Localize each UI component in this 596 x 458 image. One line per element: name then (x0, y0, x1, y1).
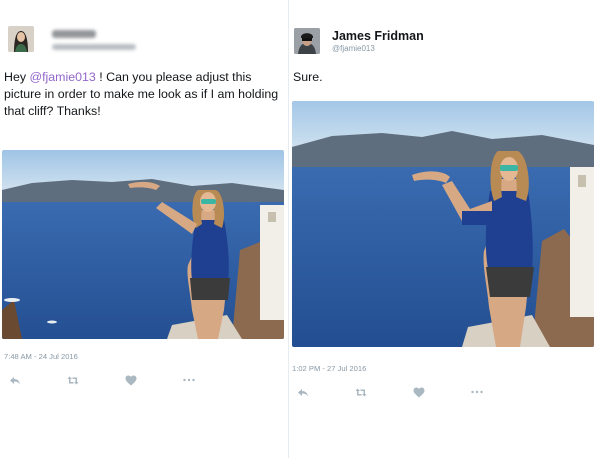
tweet-text: Sure. (293, 70, 323, 84)
reply-button[interactable] (4, 374, 26, 386)
more-button[interactable] (178, 374, 200, 386)
tweet-text: Hey @fjamie013 ! Can you please adjust t… (4, 70, 279, 118)
heart-icon (413, 387, 425, 397)
retweet-button[interactable] (62, 374, 84, 386)
redacted-name (52, 30, 96, 38)
original-tweet: Hey @fjamie013 ! Can you please adjust t… (0, 0, 290, 458)
more-icon (471, 390, 483, 394)
tweet-timestamp[interactable]: 1:02 PM - 27 Jul 2016 (292, 364, 366, 373)
more-button[interactable] (466, 386, 488, 398)
retweet-button[interactable] (350, 386, 372, 398)
reply-icon (298, 388, 308, 396)
tweet-timestamp[interactable]: 7:48 AM - 24 Jul 2016 (4, 352, 78, 361)
tweet-photo[interactable] (292, 101, 594, 347)
mention-link[interactable]: @fjamie013 (29, 70, 95, 84)
panel-divider (288, 0, 289, 458)
display-name[interactable]: James Fridman (332, 29, 424, 43)
user-handle[interactable]: @fjamie013 (332, 44, 375, 53)
tweet-actions (292, 386, 524, 398)
more-icon (183, 378, 195, 382)
retweet-icon (67, 376, 79, 384)
reply-icon (10, 376, 20, 384)
avatar[interactable] (8, 26, 34, 52)
retweet-icon (355, 388, 367, 396)
heart-icon (125, 375, 137, 385)
redacted-handle (52, 44, 136, 50)
like-button[interactable] (408, 386, 430, 398)
tweet-photo[interactable] (2, 150, 284, 339)
tweet-actions (4, 374, 236, 386)
avatar[interactable] (294, 28, 320, 54)
reply-tweet: James Fridman @fjamie013 Sure. 1:02 PM -… (290, 0, 596, 458)
reply-button[interactable] (292, 386, 314, 398)
like-button[interactable] (120, 374, 142, 386)
